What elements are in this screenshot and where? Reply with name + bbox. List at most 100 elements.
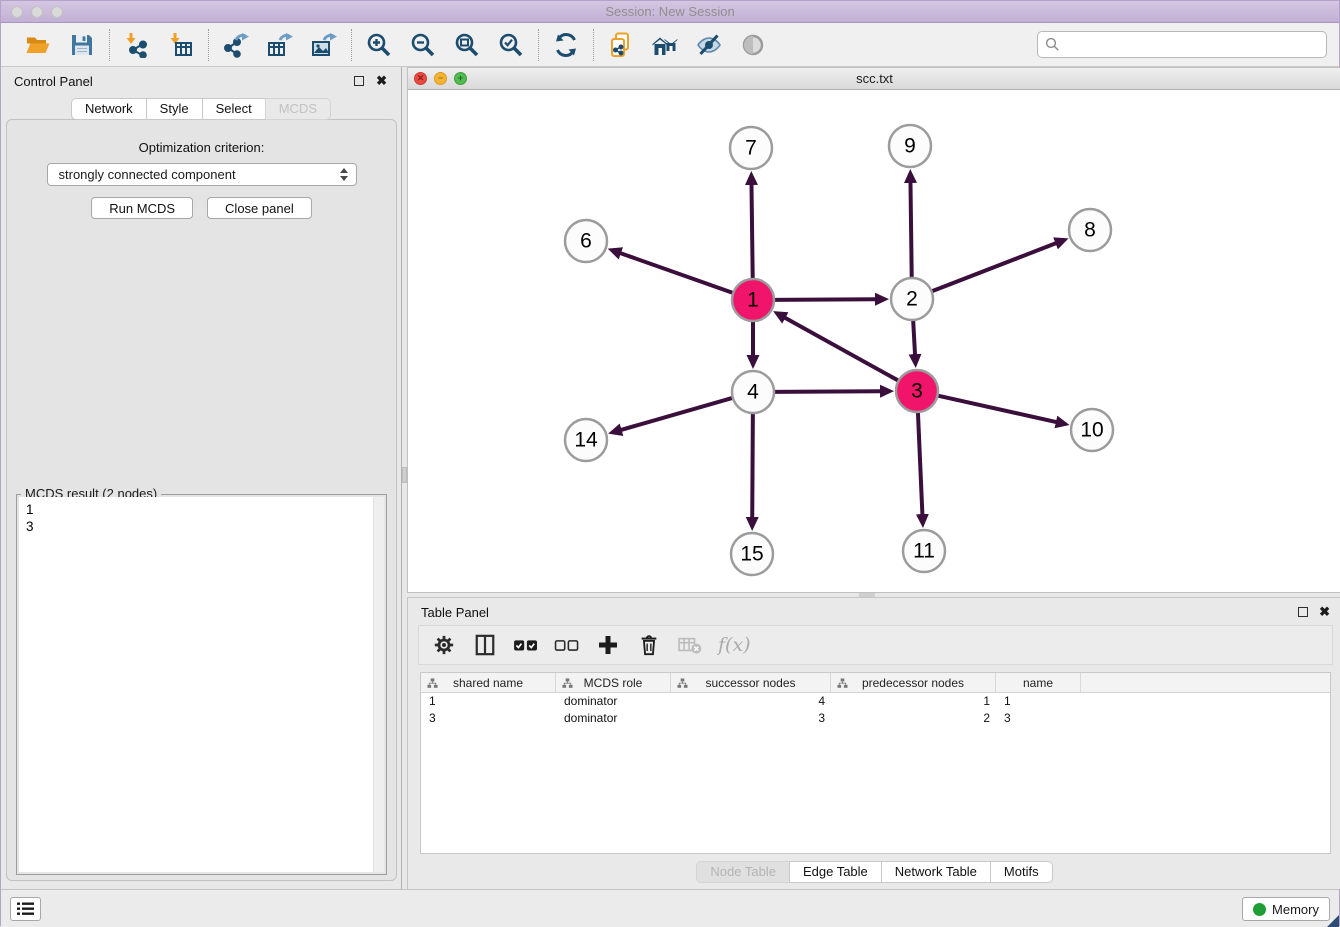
title-bar: Session: New Session	[1, 1, 1339, 23]
graph-edge-1-7[interactable]	[751, 184, 752, 279]
add-column-icon[interactable]	[595, 632, 621, 658]
tab-edge-table[interactable]: Edge Table	[789, 861, 882, 883]
tree-icon	[427, 678, 438, 689]
search-input[interactable]	[1060, 35, 1326, 55]
zoom-selected-icon[interactable]	[497, 31, 525, 59]
node-table: shared name MCDS role successor nodes prede…	[420, 672, 1331, 854]
eye-slash-icon[interactable]	[695, 31, 723, 59]
graph-node-label: 11	[913, 540, 935, 563]
delete-table-icon	[677, 632, 703, 658]
memory-button[interactable]: Memory	[1242, 897, 1330, 921]
delete-icon[interactable]	[636, 632, 662, 658]
export-image-icon[interactable]	[310, 31, 338, 59]
graph-edge-4-15[interactable]	[752, 413, 753, 518]
graph-node-label: 15	[740, 543, 763, 566]
list-icon	[17, 902, 34, 916]
table-header-row: shared name MCDS role successor nodes prede…	[421, 673, 1330, 693]
open-session-icon[interactable]	[24, 31, 52, 59]
main-toolbar	[1, 23, 1339, 67]
eye-disabled-icon[interactable]	[739, 31, 767, 59]
graph-node-label: 6	[580, 230, 592, 253]
export-table-icon[interactable]	[266, 31, 294, 59]
optimization-select[interactable]: strongly connected component	[47, 163, 357, 186]
table-panel: Table Panel ✖	[407, 597, 1340, 889]
scrollbar[interactable]	[373, 497, 384, 872]
graph-edge-2-9[interactable]	[910, 182, 911, 278]
search-box	[1037, 31, 1327, 58]
zoom-fit-icon[interactable]	[453, 31, 481, 59]
close-panel-icon[interactable]: ✖	[376, 73, 387, 89]
settings-gear-icon[interactable]	[431, 632, 457, 658]
close-panel-icon[interactable]: ✖	[1319, 604, 1330, 620]
float-panel-icon[interactable]	[354, 76, 364, 86]
column-header-shared-name[interactable]: shared name	[421, 673, 556, 692]
network-canvas[interactable]: 1234678910111415	[408, 90, 1340, 592]
table-body: 1dominator4113dominator323	[421, 693, 1330, 727]
tab-style[interactable]: Style	[146, 98, 203, 120]
network-window: ✕ − + scc.txt 1234678910111415	[407, 67, 1340, 593]
column-label: name	[1023, 676, 1053, 690]
graph-node-label: 10	[1080, 419, 1103, 442]
network-window-titlebar[interactable]: ✕ − + scc.txt	[408, 68, 1340, 90]
close-panel-button[interactable]: Close panel	[207, 197, 312, 219]
select-all-icon[interactable]	[513, 632, 539, 658]
column-header-predecessor-nodes[interactable]: predecessor nodes	[831, 673, 996, 692]
column-label: MCDS role	[584, 676, 643, 690]
tab-network-table[interactable]: Network Table	[881, 861, 991, 883]
tree-icon	[562, 678, 573, 689]
table-cell: 1	[831, 693, 996, 710]
graph-edge-1-2[interactable]	[774, 299, 876, 300]
tab-mcds[interactable]: MCDS	[265, 98, 331, 120]
graph-edge-4-14[interactable]	[621, 398, 733, 430]
export-network-icon[interactable]	[222, 31, 250, 59]
float-panel-icon[interactable]	[1298, 607, 1308, 617]
column-header-name[interactable]: name	[996, 673, 1081, 692]
table-cell: dominator	[556, 710, 671, 727]
tab-motifs[interactable]: Motifs	[990, 861, 1053, 883]
table-cell: 4	[671, 693, 831, 710]
split-panel-icon[interactable]	[472, 632, 498, 658]
table-cell: 3	[671, 710, 831, 727]
run-mcds-button[interactable]: Run MCDS	[91, 197, 193, 219]
table-cell: 1	[421, 693, 556, 710]
column-header-successor-nodes[interactable]: successor nodes	[671, 673, 831, 692]
optimization-value: strongly connected component	[59, 167, 340, 182]
function-icon: f(x)	[718, 634, 751, 656]
mcds-result-group: MCDS result (2 nodes) 1 3	[16, 494, 387, 875]
graph-edge-2-8[interactable]	[932, 243, 1057, 291]
tab-network[interactable]: Network	[71, 98, 147, 120]
column-label: predecessor nodes	[862, 676, 964, 690]
control-panel: Control Panel ✖ NetworkStyleSelectMCDS O…	[1, 67, 402, 889]
table-cell: 3	[996, 710, 1081, 727]
deselect-all-icon[interactable]	[554, 632, 580, 658]
tab-select[interactable]: Select	[202, 98, 266, 120]
refresh-icon[interactable]	[552, 31, 580, 59]
column-header-mcds-role[interactable]: MCDS role	[556, 673, 671, 692]
import-network-icon[interactable]	[123, 31, 151, 59]
home-icon[interactable]	[651, 31, 679, 59]
table-row[interactable]: 1dominator411	[421, 693, 1330, 710]
mcds-result-textarea[interactable]: 1 3	[19, 497, 384, 872]
column-label: shared name	[453, 676, 523, 690]
import-table-icon[interactable]	[167, 31, 195, 59]
resize-grip[interactable]	[1327, 915, 1339, 927]
graph-node-label: 1	[747, 289, 759, 312]
save-session-icon[interactable]	[68, 31, 96, 59]
graph-edge-1-6[interactable]	[620, 253, 733, 293]
zoom-out-icon[interactable]	[409, 31, 437, 59]
optimization-label: Optimization criterion:	[7, 140, 396, 155]
network-canvas-svg: 1234678910111415	[408, 90, 1340, 592]
copy-network-icon[interactable]	[607, 31, 635, 59]
task-list-button[interactable]	[10, 897, 41, 921]
tab-node-table[interactable]: Node Table	[696, 861, 790, 883]
graph-node-label: 3	[911, 380, 923, 403]
graph-edge-2-3[interactable]	[913, 320, 915, 355]
graph-edge-4-3[interactable]	[774, 391, 881, 392]
graph-edge-3-11[interactable]	[918, 412, 923, 515]
graph-edge-3-1[interactable]	[784, 317, 898, 380]
table-cell: 3	[421, 710, 556, 727]
zoom-in-icon[interactable]	[365, 31, 393, 59]
graph-node-label: 9	[904, 135, 916, 158]
table-row[interactable]: 3dominator323	[421, 710, 1330, 727]
graph-edge-3-10[interactable]	[937, 396, 1056, 423]
